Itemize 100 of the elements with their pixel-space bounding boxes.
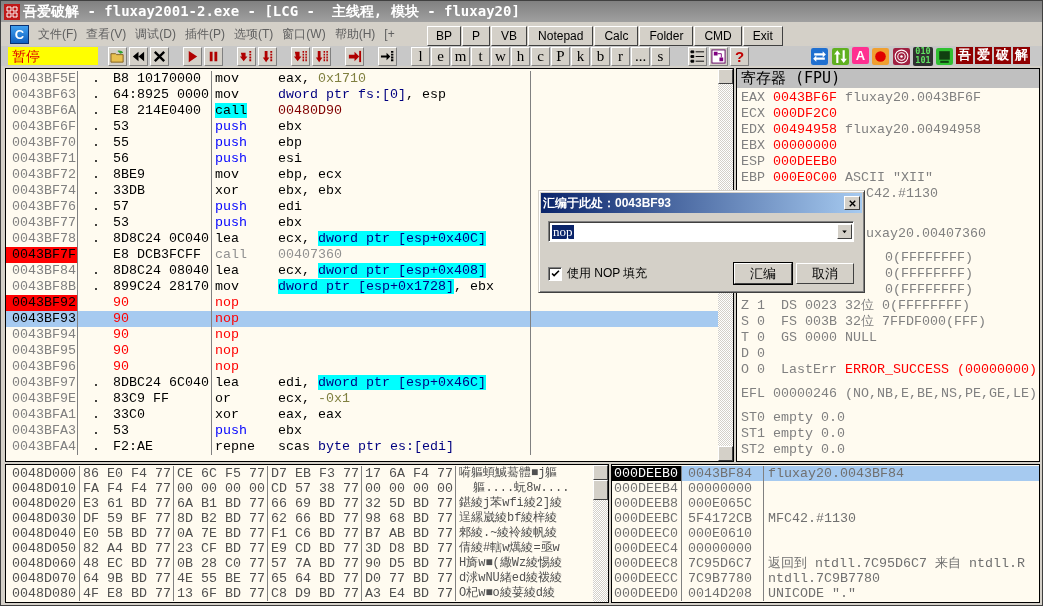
help-button[interactable]: ? — [730, 46, 749, 66]
hex-bytes: C8 D9 BD 77 — [268, 586, 362, 601]
plugin-button[interactable] — [892, 46, 911, 66]
scroll-up-button[interactable] — [718, 69, 733, 84]
menu-item[interactable]: 插件(P) — [185, 25, 225, 43]
checkbox[interactable] — [548, 266, 562, 281]
window-button[interactable]: s — [651, 46, 670, 66]
caret-icon — [840, 227, 849, 236]
toolbar-button[interactable] — [345, 46, 364, 66]
scrollbar[interactable] — [593, 465, 608, 602]
menu-item[interactable]: 选项(T) — [234, 25, 274, 43]
mnemonic-text: call — [215, 247, 247, 262]
menu-item[interactable]: 帮助(H) — [334, 25, 376, 43]
toolbar-button[interactable] — [129, 46, 148, 66]
plugin-button[interactable] — [935, 46, 954, 66]
scroll-up-button[interactable] — [593, 465, 608, 480]
menu-item[interactable]: 文件(F) — [38, 25, 78, 43]
toolbar-button[interactable] — [688, 46, 707, 66]
hex-bytes: 66 69 BD 77 — [268, 496, 362, 511]
operand-text: ecx, dword ptr [esp+0x40C] — [278, 231, 486, 246]
quick-button[interactable]: VB — [491, 26, 528, 46]
menu-item[interactable]: 窗口(W) — [282, 25, 326, 43]
dialog-button[interactable]: 取消 — [796, 263, 854, 284]
quick-button[interactable]: Calc — [594, 26, 639, 46]
toolbar-button[interactable] — [291, 46, 310, 66]
window-button[interactable]: m — [451, 46, 470, 66]
stack-row[interactable]: 000DEEB4 00000000 — [612, 481, 1039, 496]
stack-comment: ntdll.7C9B7780 — [768, 571, 880, 586]
stack-row[interactable]: 000DEECC 7C9B7780 ntdll.7C9B7780 — [612, 571, 1039, 586]
window-button[interactable]: e — [431, 46, 450, 66]
menu-item[interactable]: 查看(V) — [86, 25, 127, 43]
jump-marker: . — [92, 263, 100, 278]
quick-button[interactable]: P — [462, 26, 491, 46]
quick-button[interactable]: BP — [427, 26, 461, 46]
address-text: 0048D040 — [6, 526, 80, 541]
toolbar-button[interactable] — [258, 46, 277, 66]
code-line[interactable]: 0043BF6A . E8 214E0400 call 00480D90 — [6, 103, 718, 119]
stack-row[interactable]: 000DEED0 0014D208 UNICODE "." — [612, 586, 1039, 601]
quick-button[interactable]: CMD — [694, 26, 742, 46]
hex-bytes: 86 E0 F4 77 — [80, 466, 174, 481]
trace-over-icon — [314, 48, 329, 64]
window-button[interactable]: c — [531, 46, 550, 66]
address-text: 0043BFA3 — [6, 423, 78, 439]
stack-row[interactable]: 000DEEC8 7C95D6C7 返回到 ntdll.7C95D6C7 来自 ntdll.R — [612, 556, 1039, 571]
stack-row[interactable]: 000DEEC0 000E0610 — [612, 526, 1039, 541]
toolbar-button[interactable] — [378, 46, 397, 66]
code-line[interactable]: 0043BF97 . 8DBC24 6C040 lea edi, dword ptr [esp+0x46C] — [6, 375, 718, 391]
stack-row[interactable]: 000DEEBC 5F4172CB MFC42.#1130 — [612, 511, 1039, 526]
plugin-button[interactable]: 解 — [1013, 46, 1030, 64]
toolbar-button[interactable] — [150, 46, 169, 66]
stack-row[interactable]: 000DEEB0 0043BF84 fluxay20.0043BF84 — [612, 466, 1039, 481]
window-button[interactable]: h — [511, 46, 530, 66]
mnemonic-text: repne — [215, 439, 255, 454]
menu-item[interactable]: 调试(D) — [135, 25, 176, 43]
app-menu-icon[interactable]: C — [10, 24, 29, 44]
toolbar-button[interactable] — [709, 46, 728, 66]
window-button[interactable]: k — [571, 46, 590, 66]
plugin-button[interactable]: 破 — [994, 46, 1011, 64]
quick-button[interactable]: Exit — [742, 26, 783, 46]
quick-button[interactable]: Folder — [639, 26, 694, 46]
register-comment: fluxay20.0043BF6F — [845, 90, 981, 106]
plugin-button[interactable]: 爱 — [975, 46, 992, 64]
stack-row[interactable]: 000DEEC4 00000000 — [612, 541, 1039, 556]
toolbar-button[interactable] — [312, 46, 331, 66]
hex-bytes: 53 — [113, 215, 129, 230]
window-button[interactable]: ... — [631, 46, 650, 66]
menu-item[interactable]: [+ — [384, 27, 395, 41]
plugin-button[interactable] — [871, 46, 890, 66]
binary-text: 101 — [915, 56, 931, 65]
window-button[interactable]: b — [591, 46, 610, 66]
hex-bytes: 65 64 BD 77 — [268, 571, 362, 586]
window-button[interactable]: r — [611, 46, 630, 66]
scroll-down-button[interactable] — [718, 446, 733, 461]
window-button[interactable]: w — [491, 46, 510, 66]
window-button[interactable]: P — [551, 46, 570, 66]
open-folder-icon — [110, 48, 125, 64]
plugin-button[interactable]: 吾 — [956, 46, 973, 64]
close-button[interactable] — [844, 196, 860, 210]
plugin-button[interactable] — [810, 46, 829, 66]
toolbar-button[interactable] — [237, 46, 256, 66]
jump-marker: . — [92, 375, 100, 390]
mnemonic-text: push — [215, 119, 247, 134]
toolbar-button[interactable] — [183, 46, 202, 66]
toolbar-button[interactable] — [204, 46, 223, 66]
hex-bytes: 62 66 BD 77 — [268, 511, 362, 526]
dropdown-button[interactable] — [837, 224, 852, 239]
scroll-thumb[interactable] — [593, 480, 608, 500]
instruction-field[interactable]: nop — [548, 221, 854, 242]
dialog-button[interactable]: 汇编 — [734, 263, 792, 284]
stack-row[interactable]: 000DEEB8 000E065C — [612, 496, 1039, 511]
window-button[interactable]: l — [411, 46, 430, 66]
address-text: 0043BF74 — [6, 183, 78, 199]
register-value: 000DEEB0 — [773, 154, 838, 170]
seal-icon — [4, 3, 20, 20]
operand-text: ebx — [278, 423, 302, 438]
quick-button[interactable]: Notepad — [528, 26, 594, 46]
window-button[interactable]: t — [471, 46, 490, 66]
stack-value: 00000000 — [682, 541, 764, 556]
register-value: 0043BF6F — [773, 90, 838, 106]
plugin-button[interactable]: 010 101 — [913, 46, 933, 66]
